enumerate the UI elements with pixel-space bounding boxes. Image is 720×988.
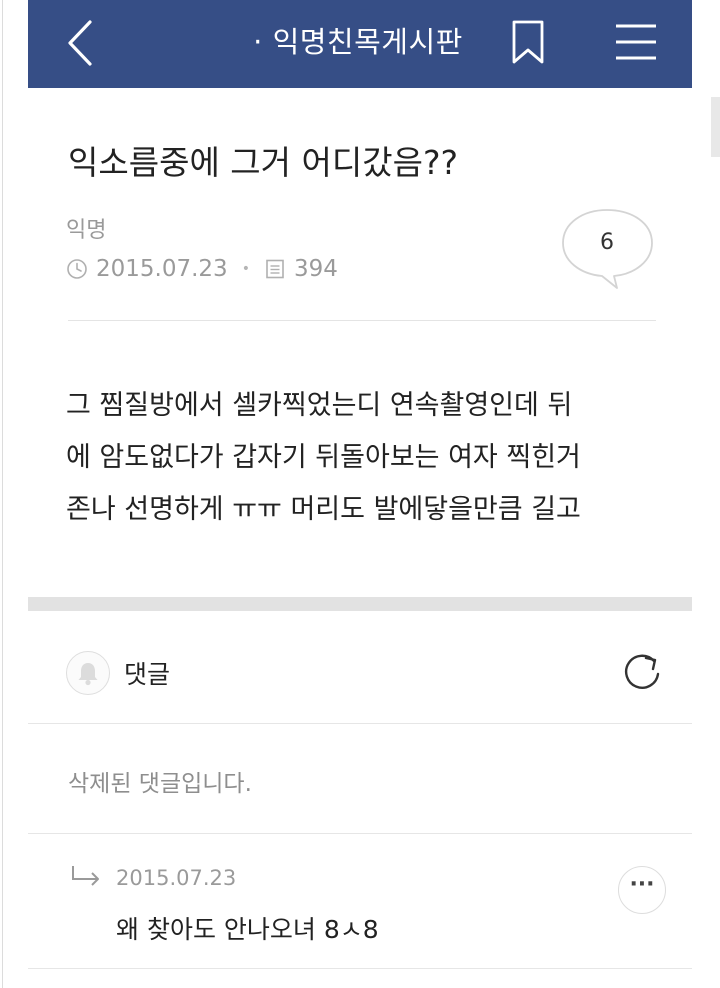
- post-body: 그 찜질방에서 셀카찍었는디 연속촬영인데 뒤 에 암도없다가 갑자기 뒤돌아보…: [66, 380, 686, 536]
- refresh-icon: [625, 654, 660, 689]
- bell-icon: [78, 663, 98, 686]
- post-views: 394: [293, 256, 338, 282]
- left-page-edge: [0, 0, 28, 988]
- notification-bell-button[interactable]: [66, 651, 110, 695]
- post-title: 익소름중에 그거 어디갔음??: [68, 143, 458, 182]
- comment-count[interactable]: 6: [560, 214, 654, 272]
- deleted-comment: 삭제된 댓글입니다.: [68, 771, 252, 797]
- post-author: 익명: [66, 218, 107, 243]
- post-body-line: 에 암도없다가 갑자기 뒤돌아보는 여자 찍힌거: [66, 442, 581, 473]
- post-view: · 익명친목게시판 익소름중에 그거 어디갔음?? 익명 2015.07.23 …: [28, 0, 692, 988]
- divider: [28, 968, 692, 969]
- hamburger-menu-icon: [616, 24, 656, 60]
- more-options-button[interactable]: ···: [618, 866, 666, 914]
- reply-arrow-icon: [72, 866, 99, 886]
- divider: [28, 723, 692, 724]
- views-icon: [266, 259, 284, 279]
- reply-date: 2015.07.23: [116, 866, 237, 890]
- comment-section-header: 댓글: [28, 611, 692, 723]
- comments-label: 댓글: [124, 660, 171, 689]
- post-meta: 2015.07.23 • 394: [66, 254, 338, 284]
- reply-text: 왜 찾아도 안나오녀 8ㅅ8: [116, 915, 379, 944]
- bookmark-button[interactable]: [508, 18, 548, 68]
- meta-separator: •: [241, 261, 250, 277]
- board-title: · 익명친목게시판: [253, 25, 463, 59]
- chevron-left-icon: [68, 20, 92, 66]
- menu-button[interactable]: [608, 16, 664, 68]
- divider: [68, 320, 656, 321]
- bookmark-icon: [512, 20, 544, 64]
- post-date: 2015.07.23: [96, 256, 228, 282]
- reply-comment: 2015.07.23 왜 찾아도 안나오녀 8ㅅ8 ···: [28, 834, 692, 968]
- scroll-indicator: [711, 97, 720, 157]
- post-body-line: 그 찜질방에서 셀카찍었는디 연속촬영인데 뒤: [66, 390, 573, 421]
- top-navigation-bar: · 익명친목게시판: [28, 0, 692, 88]
- post-body-line: 존나 선명하게 ㅠㅠ 머리도 발에닿을만큼 길고: [66, 494, 581, 525]
- clock-icon: [67, 259, 87, 279]
- back-button[interactable]: [58, 14, 108, 72]
- section-separator: [28, 597, 692, 611]
- refresh-button[interactable]: [620, 649, 664, 695]
